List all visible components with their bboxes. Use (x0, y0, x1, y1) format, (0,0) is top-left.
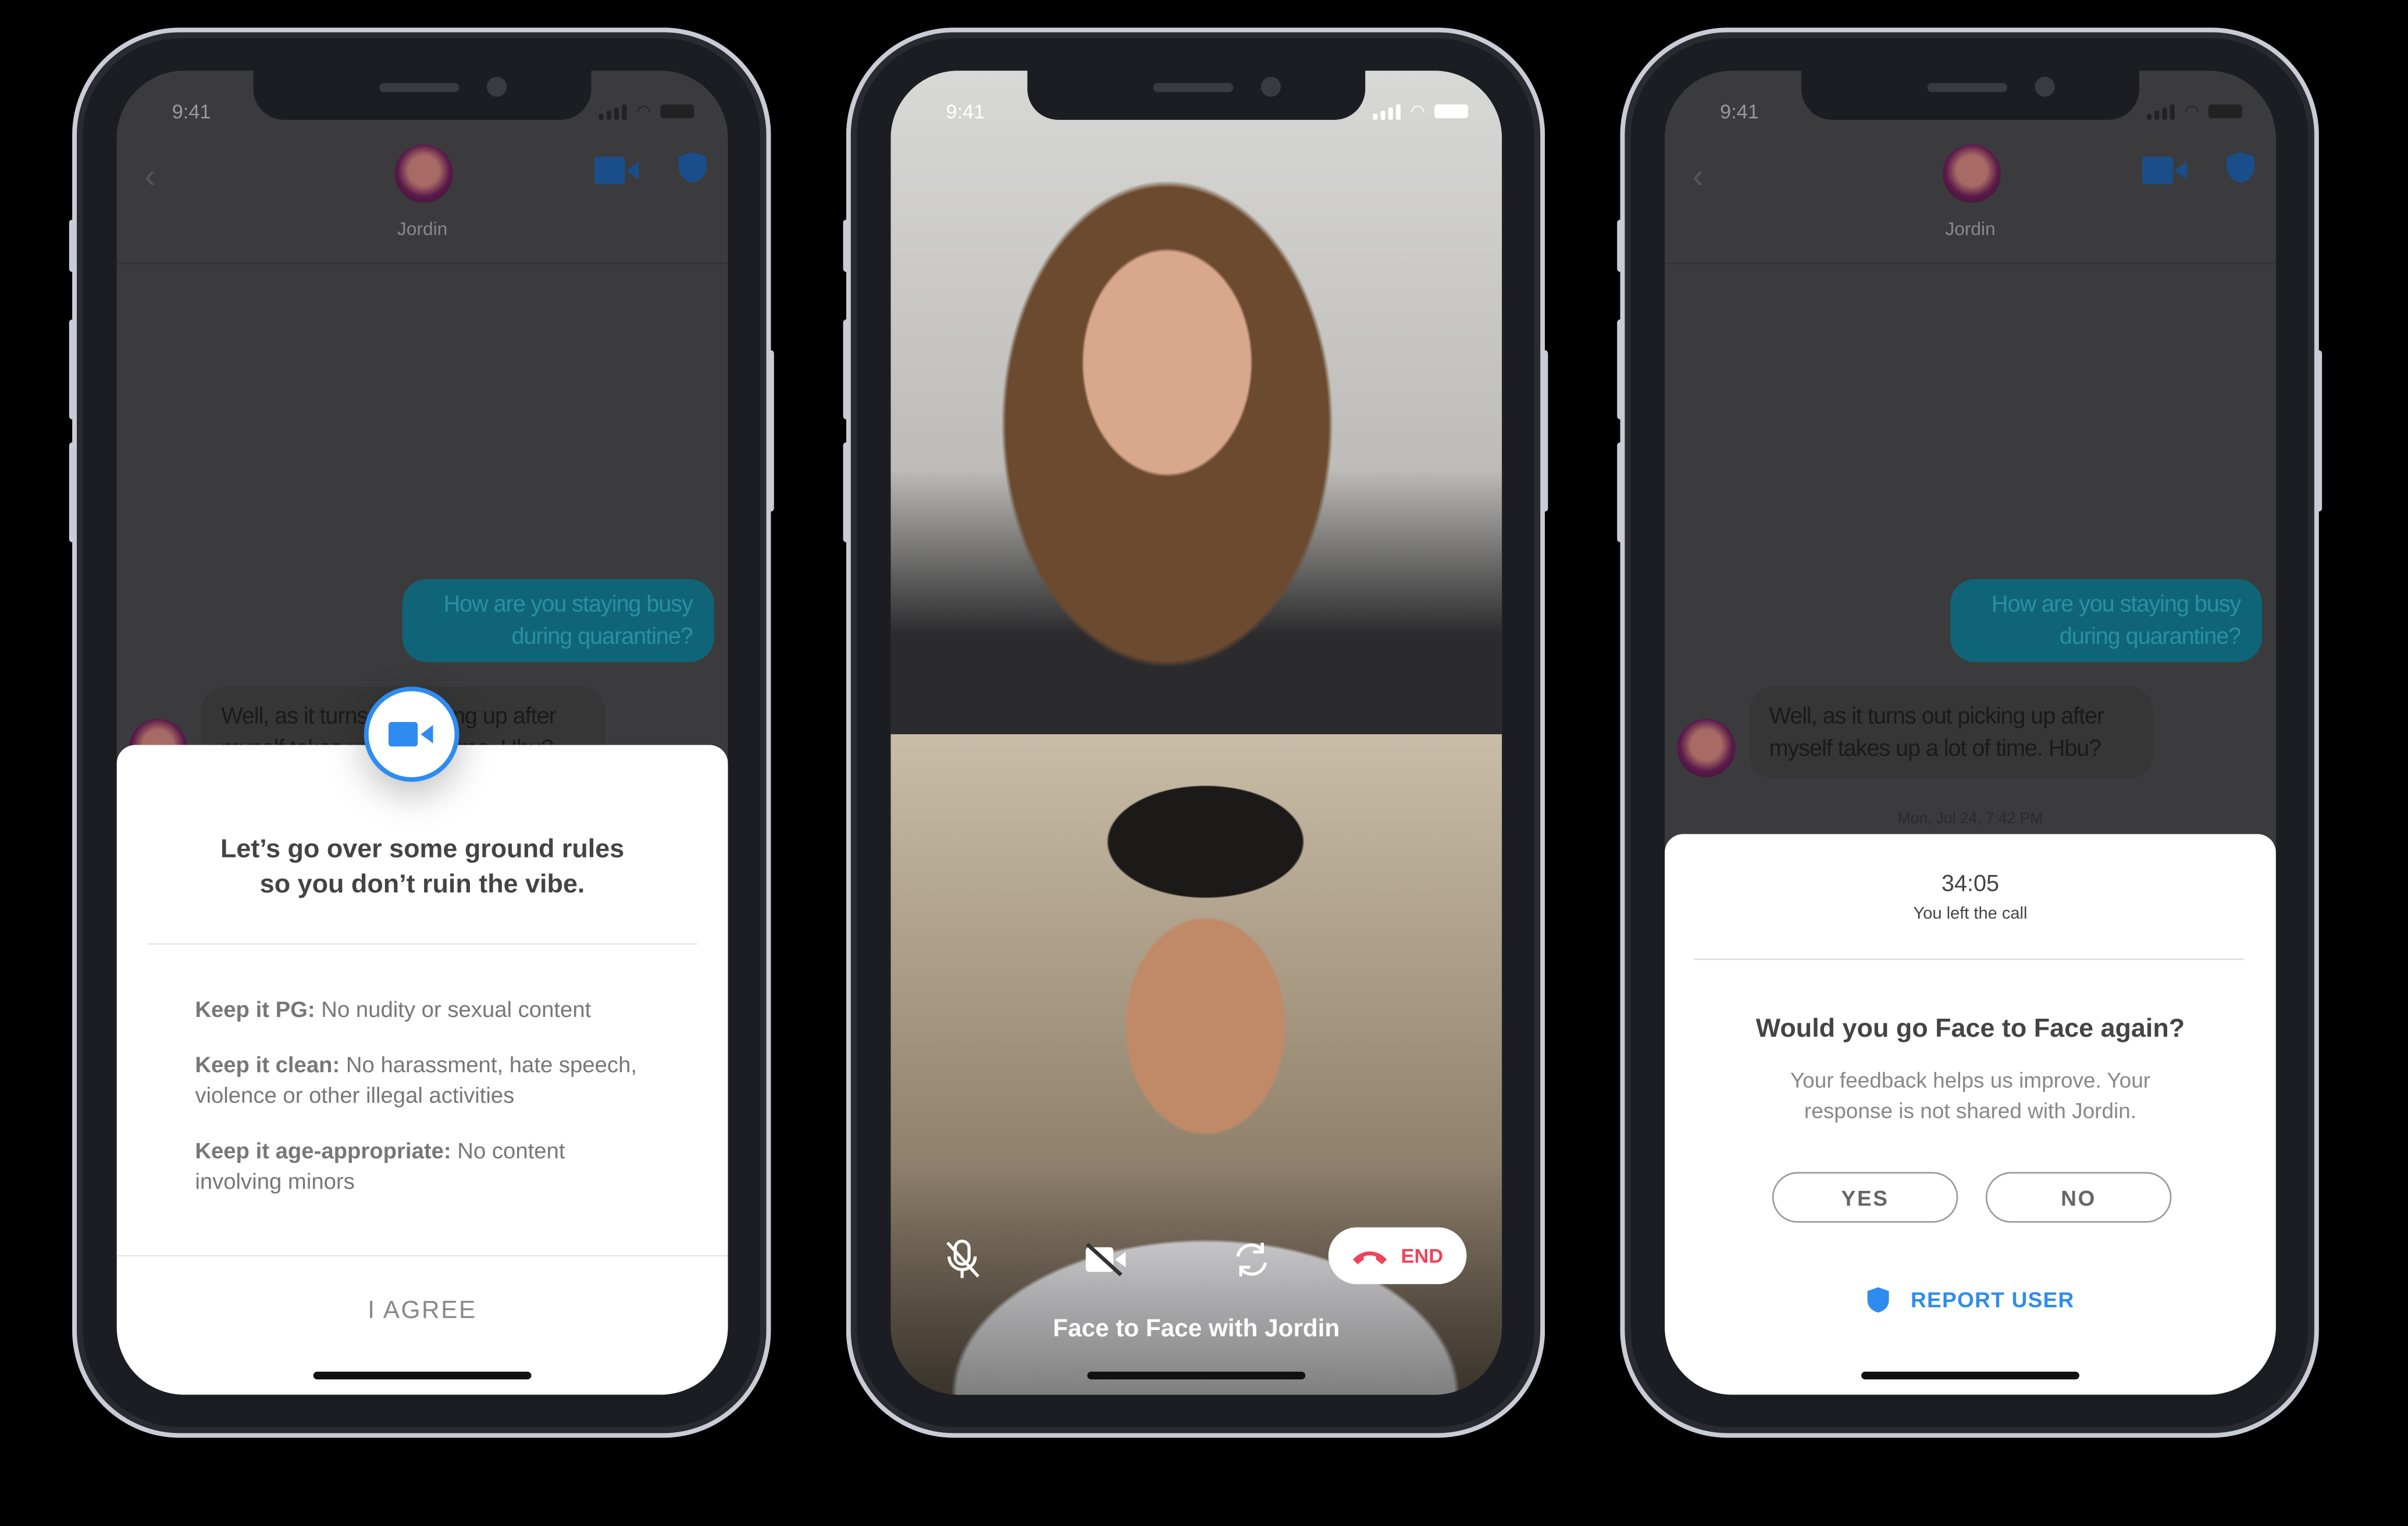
mic-off-icon[interactable] (943, 1238, 983, 1281)
modal-title-line1: Let’s go over some ground rules (220, 834, 625, 863)
message-timestamp: Mon, Jul 24, 7:42 PM (1897, 811, 2043, 828)
status-time: 9:41 (946, 99, 985, 123)
call-caption: Face to Face with Jordin (1053, 1316, 1340, 1343)
screen: 9:41 ◠ END Face to Face with Jordin (890, 70, 1502, 1395)
video-camera-icon (388, 721, 433, 747)
home-indicator (313, 1371, 532, 1379)
report-user-label: REPORT USER (1911, 1287, 2075, 1312)
phone-rules: 9:41 ◠ ‹ Jordin How are you staying busy… (69, 27, 774, 1438)
screen: 9:41 ◠ ‹ Jordin How are you staying busy… (1665, 70, 2276, 1395)
divider (147, 943, 697, 945)
back-chevron-icon[interactable]: ‹ (1693, 156, 1704, 197)
video-badge (364, 686, 459, 782)
feedback-title: Would you go Face to Face again? (1755, 1013, 2185, 1043)
no-button[interactable]: NO (1985, 1172, 2172, 1223)
video-off-icon[interactable] (1084, 1243, 1127, 1276)
video-call-icon[interactable] (594, 156, 640, 184)
contact-name: Jordin (397, 218, 448, 240)
feedback-modal: 34:05 You left the call Would you go Fac… (1665, 834, 2276, 1395)
rule-age: Keep it age-appropriate: No content invo… (195, 1140, 565, 1196)
phone-feedback: 9:41 ◠ ‹ Jordin How are you staying busy… (1617, 27, 2322, 1438)
back-chevron-icon[interactable]: ‹ (144, 156, 155, 197)
ground-rules-modal: Let’s go over some ground rules so you d… (116, 745, 728, 1395)
status-time: 9:41 (172, 99, 211, 123)
modal-title-line2: so you don’t ruin the vibe. (259, 869, 585, 899)
video-call-icon[interactable] (2142, 156, 2188, 184)
status-icons: ◠ (1373, 101, 1469, 122)
sent-message: How are you staying busy during quaranti… (402, 579, 714, 662)
divider (1694, 958, 2244, 961)
end-label: END (1401, 1244, 1444, 1268)
report-user-button[interactable]: REPORT USER (1665, 1286, 2276, 1314)
screen: 9:41 ◠ ‹ Jordin How are you staying busy… (116, 70, 728, 1395)
hang-up-icon (1353, 1250, 1387, 1264)
end-call-button[interactable]: END (1328, 1227, 1467, 1285)
home-indicator (1861, 1371, 2079, 1379)
status-icons: ◠ (2147, 101, 2242, 122)
shield-icon[interactable] (2225, 151, 2256, 184)
shield-icon[interactable] (677, 151, 708, 184)
call-status: You left the call (1913, 905, 2028, 923)
agree-button[interactable]: I AGREE (117, 1298, 728, 1326)
divider (116, 1255, 728, 1257)
camera-flip-icon[interactable] (1232, 1240, 1272, 1280)
contact-avatar (1677, 718, 1736, 777)
yes-button[interactable]: YES (1772, 1172, 1958, 1223)
home-indicator (1087, 1371, 1306, 1379)
sent-message: How are you staying busy during quaranti… (1950, 579, 2263, 662)
remote-video-feed (890, 70, 1502, 735)
shield-icon (1868, 1287, 1890, 1313)
contact-name: Jordin (1945, 218, 1996, 240)
feedback-subtitle: Your feedback helps us improve. Your res… (1790, 1068, 2151, 1123)
status-time: 9:41 (1720, 99, 1759, 123)
avatar[interactable] (394, 144, 453, 203)
received-message: Well, as it turns out picking up after m… (1749, 686, 2153, 779)
call-duration: 34:05 (1941, 871, 2000, 897)
rule-clean: Keep it clean: No harassment, hate speec… (195, 1054, 637, 1109)
avatar[interactable] (1942, 144, 2001, 203)
phone-video-call: 9:41 ◠ END Face to Face with Jordin (843, 27, 1548, 1438)
rule-pg: Keep it PG: No nudity or sexual content (195, 998, 592, 1023)
status-icons: ◠ (599, 101, 694, 122)
